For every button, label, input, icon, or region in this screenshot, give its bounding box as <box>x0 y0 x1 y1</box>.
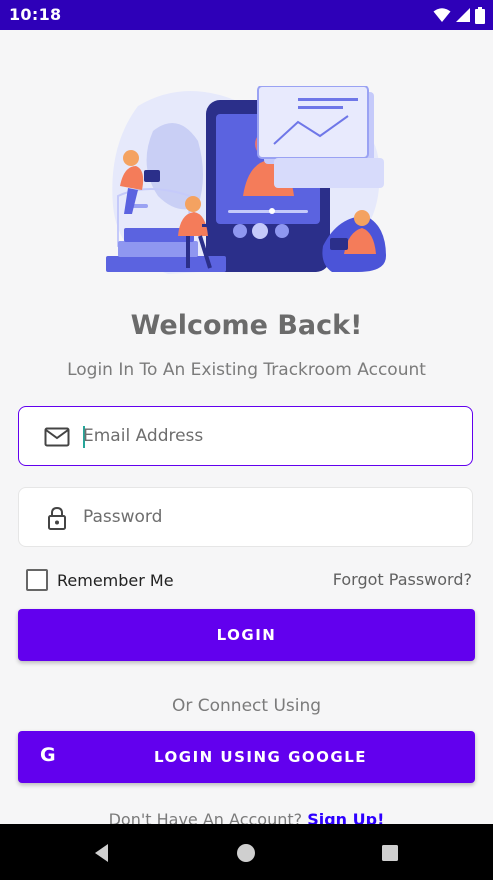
forgot-password-link[interactable]: Forgot Password? <box>333 570 472 589</box>
email-field[interactable] <box>18 406 473 466</box>
status-icons <box>433 6 485 24</box>
page-subtitle: Login In To An Existing Trackroom Accoun… <box>67 360 426 380</box>
signal-icon <box>456 8 470 22</box>
online-learning-illustration <box>106 86 386 274</box>
lock-icon <box>48 506 66 530</box>
status-bar: 10:18 <box>0 0 493 30</box>
or-connect-text: Or Connect Using <box>171 696 322 716</box>
home-icon[interactable] <box>235 842 257 864</box>
page-title: Welcome Back! <box>130 310 363 341</box>
mail-icon <box>44 427 70 447</box>
google-login-button-label: LOGIN USING GOOGLE <box>153 748 368 766</box>
google-login-button[interactable]: G LOGIN USING GOOGLE <box>18 731 475 783</box>
battery-icon <box>475 6 485 24</box>
password-field[interactable] <box>18 487 473 547</box>
back-icon[interactable] <box>91 842 113 864</box>
status-time: 10:18 <box>9 5 62 24</box>
navigation-bar <box>0 824 493 880</box>
login-button[interactable]: LOGIN <box>18 609 475 661</box>
email-input[interactable] <box>83 417 453 455</box>
recents-icon[interactable] <box>379 842 401 864</box>
password-input[interactable] <box>83 498 453 536</box>
remember-me-label[interactable]: Remember Me <box>57 571 174 590</box>
remember-me-checkbox[interactable] <box>26 569 48 591</box>
wifi-icon <box>433 8 451 22</box>
login-button-label: LOGIN <box>216 626 277 644</box>
